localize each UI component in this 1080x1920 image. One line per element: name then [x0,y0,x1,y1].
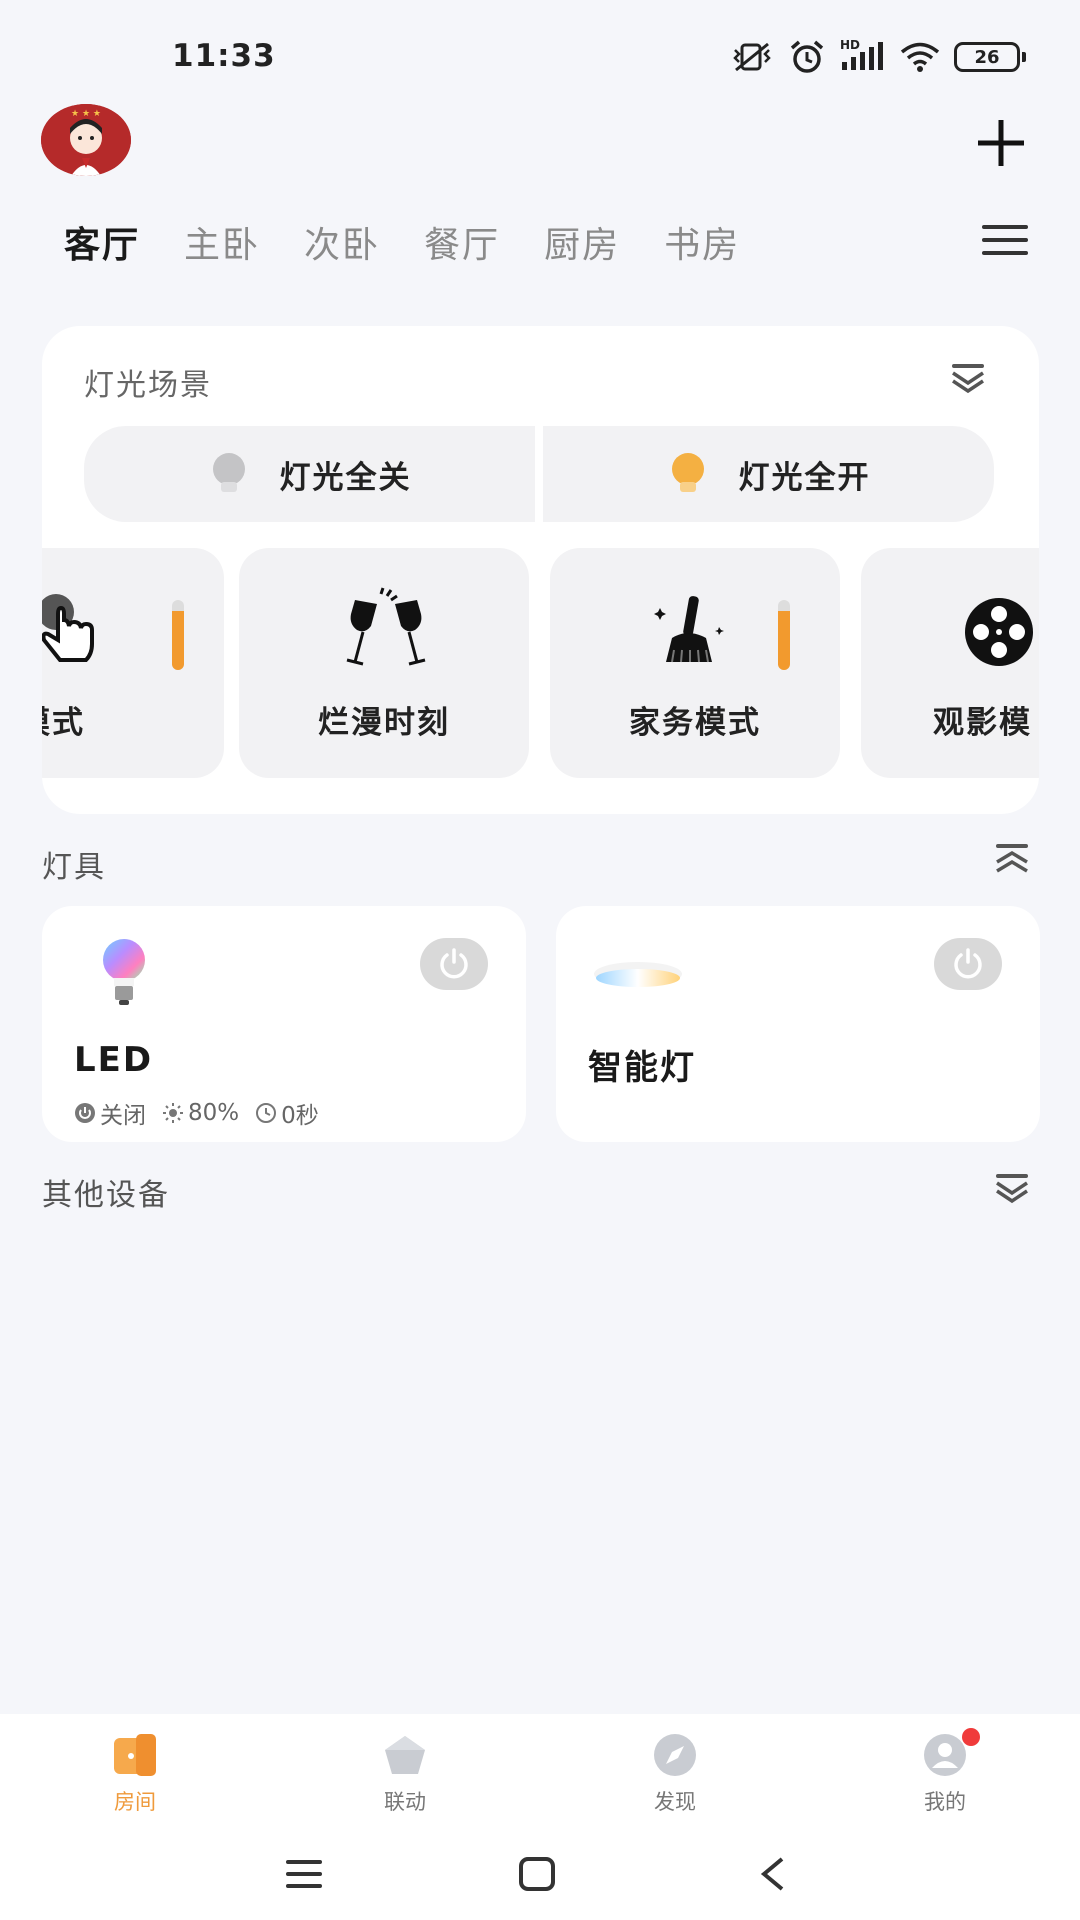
vibrate-mute-icon [733,42,771,72]
scene-level-fill [778,610,790,670]
svg-text:★ ★ ★: ★ ★ ★ [71,109,101,119]
light-scenes-card: 灯光场景 灯光全关 灯光全开 式 烂漫时刻 家务模式 观影模 [42,326,1039,814]
tab-second-bedroom[interactable]: 次卧 [304,216,380,268]
status-bar: 11:33 HD 26 [0,0,1080,110]
expand-icon[interactable] [994,842,1030,874]
compass-icon [654,1734,696,1776]
room-tabs: 客厅 主卧 次卧 餐厅 厨房 书房 [64,216,740,268]
pentagon-icon [385,1736,425,1774]
wifi-icon [900,42,940,72]
notification-badge [962,1728,980,1746]
nav-rooms[interactable]: 房间 [0,1714,270,1834]
color-bulb-icon [103,939,145,1005]
timer: 0秒 [255,1096,319,1130]
tab-living-room[interactable]: 客厅 [64,216,140,268]
power-button[interactable] [420,938,488,990]
profile-icon [924,1734,966,1776]
brightness: 80% [162,1100,239,1126]
device-name: LED [74,1040,154,1080]
scene-housework-mode[interactable]: 家务模式 [550,548,840,778]
back-icon[interactable] [758,1856,788,1892]
clock-icon [256,1103,277,1123]
nav-label: 发现 [654,1790,696,1814]
scene-label: 常模式 [42,705,85,741]
bottom-nav: 房间 联动 发现 我的 [0,1714,1080,1834]
status-icons: HD 26 [730,38,1026,74]
device-card-smart-light[interactable]: 智能灯 [556,906,1040,1142]
all-lights-on-label: 灯光全开 [738,459,871,496]
scene-level-bar [778,600,790,670]
lamps-section-title: 灯具 [42,850,106,885]
status-time: 11:33 [172,38,276,74]
timer-text: 0秒 [281,1103,319,1129]
nav-label: 房间 [114,1790,156,1814]
wine-glasses-icon [346,587,426,666]
brightness-icon [163,1103,183,1123]
scene-level-fill [172,610,184,670]
power-status-text: 关闭 [100,1103,146,1129]
scene-romantic-moment[interactable]: 烂漫时刻 [239,548,529,778]
scene-movie-mode[interactable]: 观影模 [861,548,1039,778]
scene-label: 烂漫时刻 [318,705,450,741]
add-button[interactable] [974,116,1028,170]
brightness-text: 80% [188,1100,240,1126]
hand-pointer-icon [42,594,94,662]
tab-master-bedroom[interactable]: 主卧 [184,216,260,268]
tab-dining-room[interactable]: 餐厅 [424,216,500,268]
collapse-icon[interactable] [994,1172,1030,1204]
power-icon [954,948,982,979]
light-toggles: 灯光全关 灯光全开 [84,426,994,522]
bulb-off-icon [212,453,245,492]
ceiling-light-icon [594,962,682,987]
room-menu-button[interactable] [980,222,1030,258]
power-status: 关闭 [74,1096,146,1130]
scene-daily-mode[interactable]: 常模式 [42,548,224,778]
other-devices-title: 其他设备 [42,1178,170,1213]
tab-kitchen[interactable]: 厨房 [544,216,620,268]
device-card-led[interactable]: LED 关闭 80% 0秒 [42,906,526,1142]
home-icon[interactable] [518,1856,556,1892]
device-meta: 关闭 80% 0秒 [74,1096,319,1130]
hamburger-menu-icon [982,225,1028,255]
recent-apps-icon[interactable] [284,1856,324,1892]
nav-automation[interactable]: 联动 [270,1714,540,1834]
scene-label: 家务模式 [629,705,761,741]
light-scenes-title: 灯光场景 [84,368,212,403]
bulb-on-icon [671,453,704,492]
tab-study[interactable]: 书房 [664,216,740,268]
scene-label: 观影模 [933,705,1032,741]
broom-icon [654,596,724,663]
film-reel-icon [965,598,1033,666]
all-lights-off-button[interactable]: 灯光全关 [84,426,535,522]
power-status-icon [75,1103,95,1123]
device-name: 智能灯 [588,1048,696,1088]
nav-label: 联动 [384,1790,426,1814]
alarm-icon [790,40,824,73]
system-navigation-bar [0,1834,1080,1920]
cellular-signal-icon: HD [840,38,886,74]
all-lights-on-button[interactable]: 灯光全开 [543,426,994,522]
all-lights-off-label: 灯光全关 [279,459,412,496]
scene-level-bar [172,600,184,670]
power-button[interactable] [934,938,1002,990]
collapse-icon[interactable] [950,362,986,394]
door-icon [114,1734,156,1776]
scene-tiles: 常模式 烂漫时刻 [42,548,1039,778]
nav-discover[interactable]: 发现 [540,1714,810,1834]
user-avatar[interactable]: ★ ★ ★ [41,104,131,176]
plus-icon [978,120,1024,166]
battery-icon: 26 [954,42,1026,72]
nav-profile[interactable]: 我的 [810,1714,1080,1834]
nav-label: 我的 [924,1790,966,1814]
power-icon [440,948,468,979]
